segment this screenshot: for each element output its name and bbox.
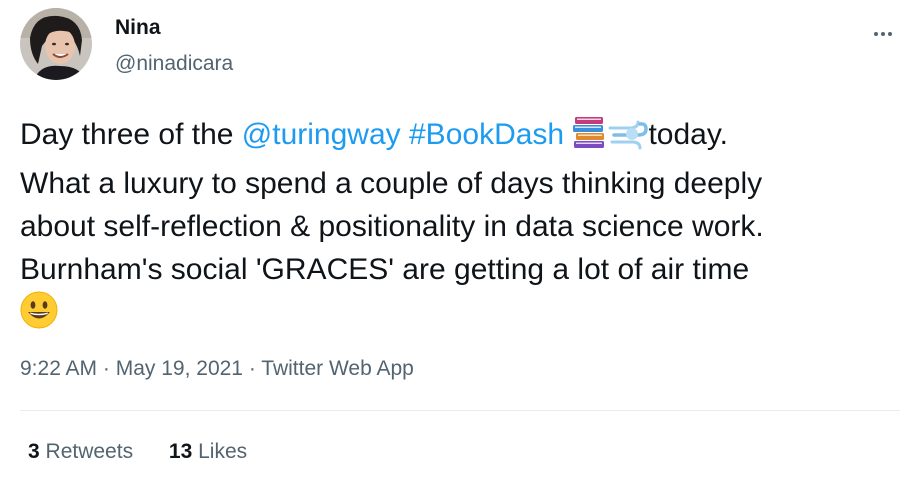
tweet-meta: 9:22 AM · May 19, 2021 · Twitter Web App	[20, 357, 414, 381]
tweet-date[interactable]: May 19, 2021	[116, 357, 243, 380]
likes-link[interactable]: 13 Likes	[169, 440, 247, 463]
retweets-count: 3	[28, 440, 40, 463]
dash-icon	[608, 119, 649, 162]
tweet-line-3: about self-reflection & positionality in…	[20, 210, 764, 243]
source-app-link[interactable]: Twitter Web App	[261, 357, 414, 380]
tweet-line-4: Burnham's social 'GRACES' are getting a …	[20, 253, 750, 286]
retweets-label: Retweets	[45, 440, 134, 463]
tweet-text: Day three of the @turingway #BookDash to…	[20, 113, 910, 341]
likes-count: 13	[168, 440, 193, 463]
tweet-stats: 3 Retweets 13 Likes	[28, 440, 277, 464]
mention-link[interactable]: @turingway	[242, 118, 401, 151]
meta-separator: ·	[243, 357, 262, 380]
tweet-text-start: Day three of the	[20, 118, 242, 151]
tweet-line-1: Day three of the @turingway #BookDash to…	[20, 113, 910, 162]
author-name[interactable]: Nina	[115, 16, 161, 40]
books-icon	[572, 116, 608, 162]
tweet-line1-end: today.	[648, 118, 728, 151]
profile-photo	[20, 8, 92, 80]
hashtag-link[interactable]: #BookDash	[409, 118, 564, 151]
retweets-link[interactable]: 3 Retweets	[28, 440, 133, 463]
divider	[20, 410, 900, 411]
meta-separator: ·	[97, 357, 116, 380]
avatar[interactable]	[20, 8, 92, 80]
likes-label: Likes	[198, 440, 248, 463]
more-options-icon[interactable]	[874, 16, 895, 42]
grinning-face-icon	[20, 291, 58, 341]
tweet-time[interactable]: 9:22 AM	[20, 357, 97, 380]
tweet-line-2: What a luxury to spend a couple of days …	[20, 167, 763, 200]
author-handle[interactable]: @ninadicara	[115, 52, 233, 76]
tweet-line-5	[20, 291, 910, 341]
